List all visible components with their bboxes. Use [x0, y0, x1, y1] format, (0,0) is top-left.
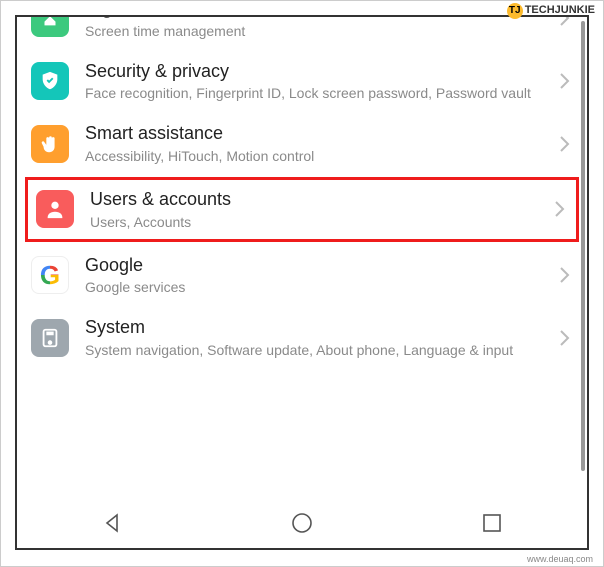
row-subtitle: Face recognition, Fingerprint ID, Lock s…: [85, 84, 551, 102]
watermark-bottom: www.deuaq.com: [527, 554, 593, 564]
nav-home-button[interactable]: [272, 503, 332, 543]
google-icon: G: [31, 256, 69, 294]
hourglass-icon: [31, 15, 69, 37]
system-icon: [31, 319, 69, 357]
row-subtitle: System navigation, Software update, Abou…: [85, 341, 551, 359]
nav-back-button[interactable]: [82, 503, 142, 543]
row-text: Security & privacy Face recognition, Fin…: [85, 60, 551, 103]
row-text: Digital balance Screen time management: [85, 15, 551, 40]
row-subtitle: Screen time management: [85, 22, 551, 40]
row-digital-balance[interactable]: Digital balance Screen time management: [17, 15, 587, 50]
row-title: Users & accounts: [90, 188, 546, 211]
chevron-right-icon: [551, 329, 571, 347]
settings-list[interactable]: Digital balance Screen time management S…: [17, 15, 587, 498]
tj-badge-icon: TJ: [507, 3, 523, 19]
row-system[interactable]: System System navigation, Software updat…: [17, 306, 587, 369]
row-subtitle: Google services: [85, 278, 551, 296]
scrollbar[interactable]: [581, 21, 585, 490]
row-title: Security & privacy: [85, 60, 551, 83]
row-subtitle: Users, Accounts: [90, 213, 546, 231]
chevron-right-icon: [546, 200, 566, 218]
row-text: Smart assistance Accessibility, HiTouch,…: [85, 122, 551, 165]
hand-icon: [31, 125, 69, 163]
row-google[interactable]: G Google Google services: [17, 244, 587, 307]
row-text: System System navigation, Software updat…: [85, 316, 551, 359]
chevron-right-icon: [551, 72, 571, 90]
chevron-right-icon: [551, 135, 571, 153]
shield-icon: [31, 62, 69, 100]
nav-recents-button[interactable]: [462, 503, 522, 543]
row-subtitle: Accessibility, HiTouch, Motion control: [85, 147, 551, 165]
phone-screen: Digital balance Screen time management S…: [15, 15, 589, 550]
row-title: Smart assistance: [85, 122, 551, 145]
row-title: Google: [85, 254, 551, 277]
row-title: Digital balance: [85, 15, 551, 20]
row-smart-assistance[interactable]: Smart assistance Accessibility, HiTouch,…: [17, 112, 587, 175]
row-text: Google Google services: [85, 254, 551, 297]
android-navbar: [17, 498, 587, 548]
user-icon: [36, 190, 74, 228]
watermark-top: TJTECHJUNKIE: [507, 3, 595, 19]
row-text: Users & accounts Users, Accounts: [90, 188, 546, 231]
row-title: System: [85, 316, 551, 339]
row-users-accounts[interactable]: Users & accounts Users, Accounts: [25, 177, 579, 242]
row-security-privacy[interactable]: Security & privacy Face recognition, Fin…: [17, 50, 587, 113]
chevron-right-icon: [551, 266, 571, 284]
scrollbar-thumb[interactable]: [581, 21, 585, 471]
